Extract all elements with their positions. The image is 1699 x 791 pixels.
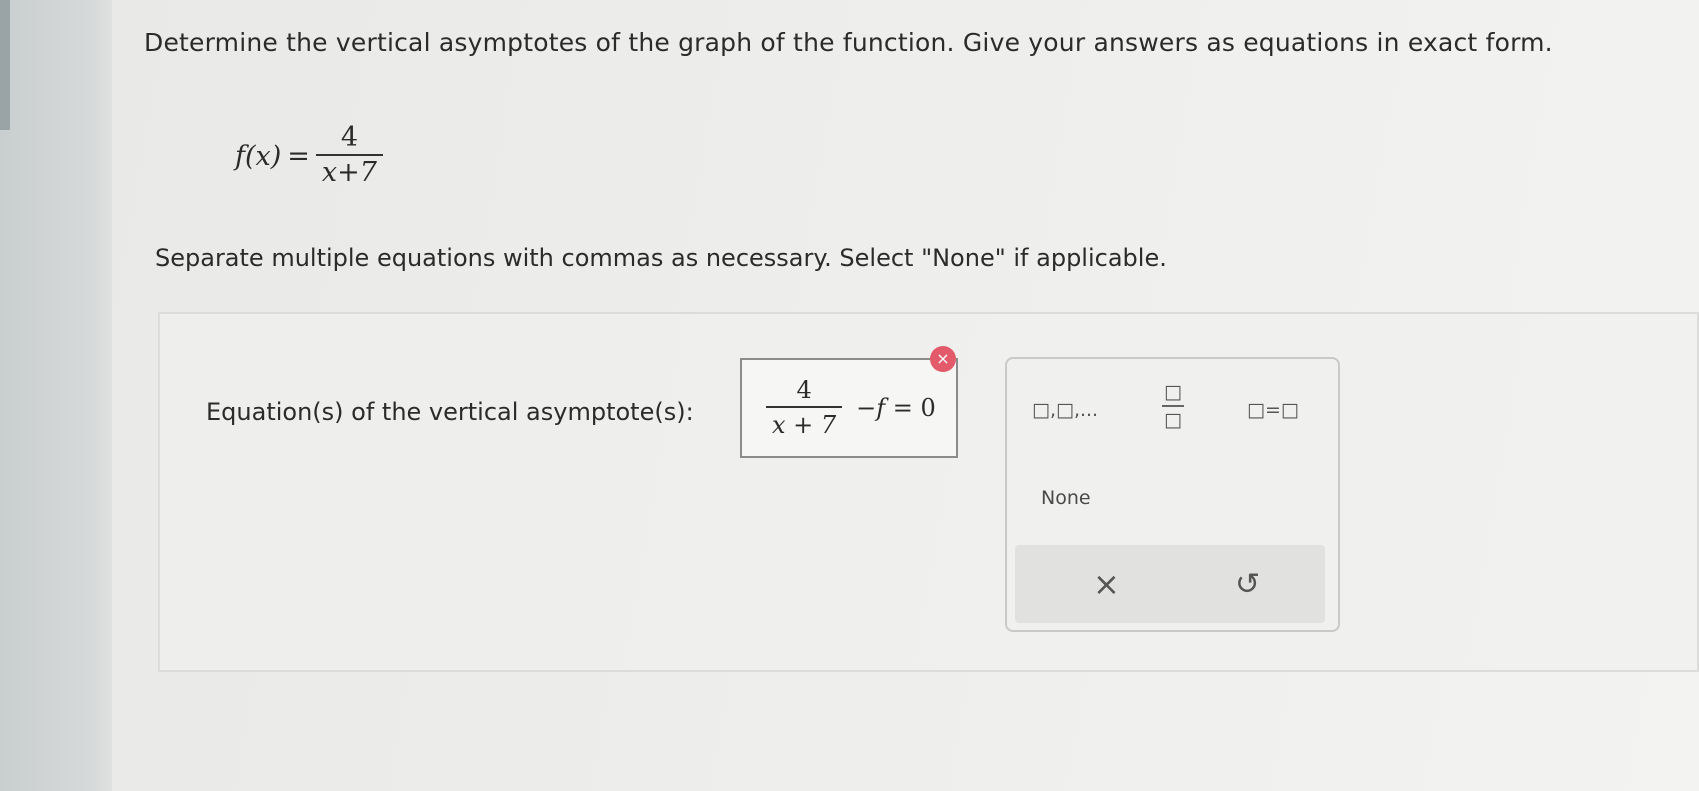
answer-input[interactable]: 4 x + 7 −f = 0 <box>740 358 958 458</box>
answer-remainder: −f = 0 <box>856 394 936 422</box>
instructions-text: Separate multiple equations with commas … <box>155 244 1167 272</box>
answer-equals-zero: = 0 <box>885 394 936 422</box>
answer-numerator: 4 <box>796 376 812 404</box>
error-x-icon[interactable]: × <box>930 346 956 372</box>
none-button[interactable]: None <box>1041 487 1091 509</box>
left-screen-edge <box>0 0 112 791</box>
function-denominator: x+7 <box>321 157 377 188</box>
function-fraction: 4 x+7 <box>315 122 383 190</box>
fraction-template-numerator: □ <box>1164 381 1182 403</box>
function-lhs: f(x) <box>235 140 282 172</box>
fraction-template-denominator: □ <box>1164 409 1182 431</box>
function-numerator: 4 <box>340 122 359 153</box>
answer-f: f <box>876 394 886 422</box>
answer-minus: − <box>856 394 877 422</box>
left-edge-shadow <box>0 0 10 130</box>
answer-fraction: 4 x + 7 <box>766 374 843 442</box>
equation-template-button[interactable]: □=□ <box>1247 399 1299 421</box>
palette-footer: × ↺ <box>1015 545 1325 623</box>
clear-icon[interactable]: × <box>1093 565 1120 603</box>
equals-sign: = <box>287 140 310 172</box>
answer-label: Equation(s) of the vertical asymptote(s)… <box>206 398 694 426</box>
undo-icon[interactable]: ↺ <box>1235 567 1260 602</box>
math-palette: □,□,... □ □ □=□ None × ↺ <box>1005 357 1340 632</box>
answer-denominator: x + 7 <box>772 411 837 439</box>
fraction-template-bar <box>1162 405 1184 407</box>
list-template-button[interactable]: □,□,... <box>1032 399 1098 421</box>
fraction-template-button[interactable]: □ □ <box>1162 381 1184 431</box>
function-definition: f(x) = 4 x+7 <box>235 122 383 190</box>
question-prompt: Determine the vertical asymptotes of the… <box>144 28 1553 57</box>
